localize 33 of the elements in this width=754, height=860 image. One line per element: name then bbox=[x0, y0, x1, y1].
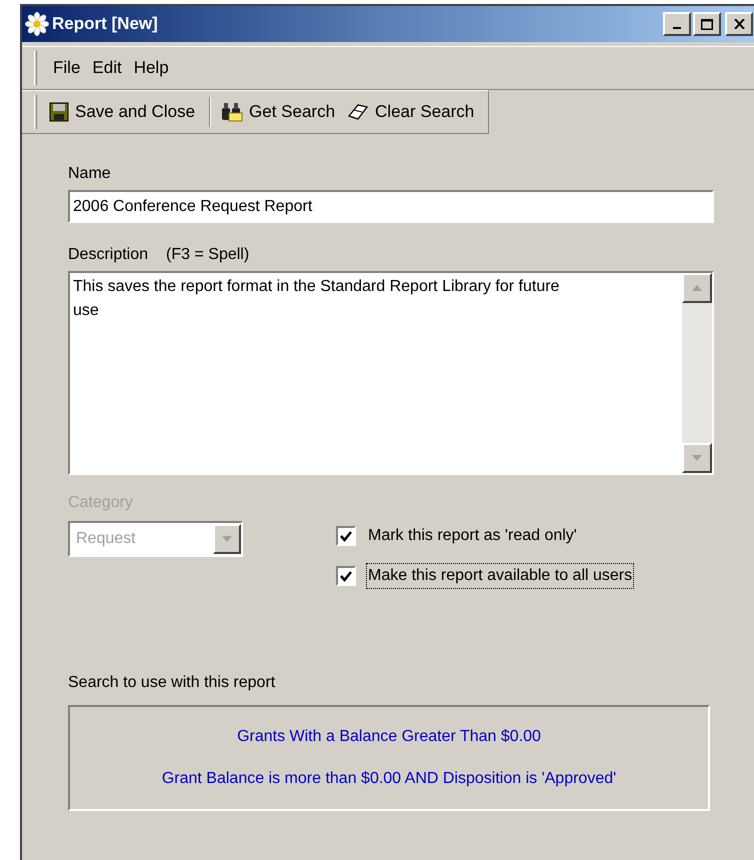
menu-item[interactable]: File bbox=[47, 55, 86, 81]
minimize-icon bbox=[673, 27, 681, 29]
maximize-icon bbox=[701, 18, 713, 30]
name-field[interactable]: 2006 Conference Request Report bbox=[68, 190, 714, 223]
checkbox-label[interactable]: Mark this report as 'read only' bbox=[366, 523, 579, 549]
scrollbar[interactable] bbox=[682, 273, 712, 473]
field-hint: (F3 = Spell) bbox=[166, 245, 250, 265]
binoculars-icon bbox=[221, 102, 244, 122]
checkmark-icon bbox=[340, 530, 352, 542]
toolbar-button[interactable]: Clear Search bbox=[343, 94, 478, 130]
close-button[interactable] bbox=[725, 12, 753, 36]
eraser-icon bbox=[347, 103, 370, 121]
checkbox-label[interactable]: Make this report available to all users bbox=[366, 563, 634, 589]
dropdown-arrow-icon bbox=[222, 536, 232, 542]
scroll-up-icon bbox=[692, 285, 702, 291]
maximize-button[interactable] bbox=[693, 12, 721, 36]
close-icon bbox=[734, 19, 744, 29]
minimize-button[interactable] bbox=[663, 12, 691, 36]
menu-item[interactable]: Help bbox=[128, 55, 175, 81]
menu-item[interactable]: Edit bbox=[86, 55, 128, 81]
scroll-down-icon bbox=[692, 455, 702, 461]
checkbox[interactable] bbox=[336, 566, 356, 586]
search-title: Grants With a Balance Greater Than $0.00 bbox=[237, 727, 541, 747]
toolbar-button[interactable]: Get Search bbox=[217, 94, 340, 130]
search-criteria: Grant Balance is more than $0.00 AND Disposition is 'Approved' bbox=[162, 769, 616, 789]
toolbar-button[interactable]: Save and Close bbox=[45, 94, 200, 130]
flower-icon bbox=[25, 12, 49, 36]
field-label: Name bbox=[68, 164, 112, 184]
window-title: Report [New] bbox=[52, 13, 158, 36]
checkbox[interactable] bbox=[336, 526, 356, 546]
section-label: Search to use with this report bbox=[68, 673, 276, 693]
checkmark-icon bbox=[340, 570, 352, 582]
field-label: Description bbox=[68, 245, 148, 265]
